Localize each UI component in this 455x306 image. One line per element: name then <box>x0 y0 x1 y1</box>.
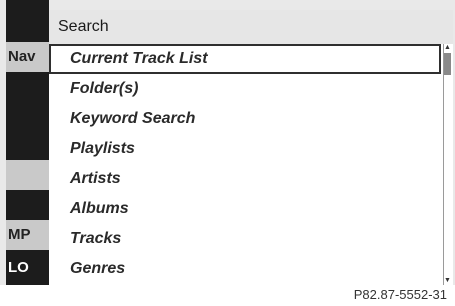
menu-item-tracks[interactable]: Tracks <box>49 224 441 254</box>
menu-item-keyword-search[interactable]: Keyword Search <box>49 104 441 134</box>
strip-top-cell <box>6 0 49 42</box>
head-unit-screen: Nav MP LO Search Current Track List Fold… <box>0 0 455 285</box>
strip-dark-cell-2 <box>6 190 49 220</box>
mp-menu-item[interactable]: MP <box>6 220 49 250</box>
search-menu: Search Current Track List Folder(s) Keyw… <box>49 10 453 285</box>
figure-reference: P82.87-5552-31 <box>353 287 447 302</box>
menu-item-artists[interactable]: Artists <box>49 164 441 194</box>
strip-dark-cell <box>6 72 49 160</box>
menu-item-folders[interactable]: Folder(s) <box>49 74 441 104</box>
arrow-up-icon[interactable]: ▲ <box>444 44 451 52</box>
background-menu-strip: Nav MP LO <box>6 0 49 285</box>
arrow-down-icon[interactable]: ▼ <box>444 277 451 285</box>
figure-footer: P82.87-5552-31 <box>0 285 455 306</box>
menu-item-current-track-list[interactable]: Current Track List <box>49 44 441 74</box>
menu-item-albums[interactable]: Albums <box>49 194 441 224</box>
menu-title: Search <box>49 10 453 44</box>
nav-menu-item[interactable]: Nav <box>6 42 49 72</box>
scroll-thumb[interactable] <box>444 53 451 75</box>
lo-menu-item[interactable]: LO <box>6 250 49 285</box>
menu-item-playlists[interactable]: Playlists <box>49 134 441 164</box>
strip-light-cell <box>6 160 49 190</box>
menu-scrollbar[interactable]: ▲ ▼ <box>443 44 451 285</box>
menu-item-genres[interactable]: Genres <box>49 254 441 284</box>
